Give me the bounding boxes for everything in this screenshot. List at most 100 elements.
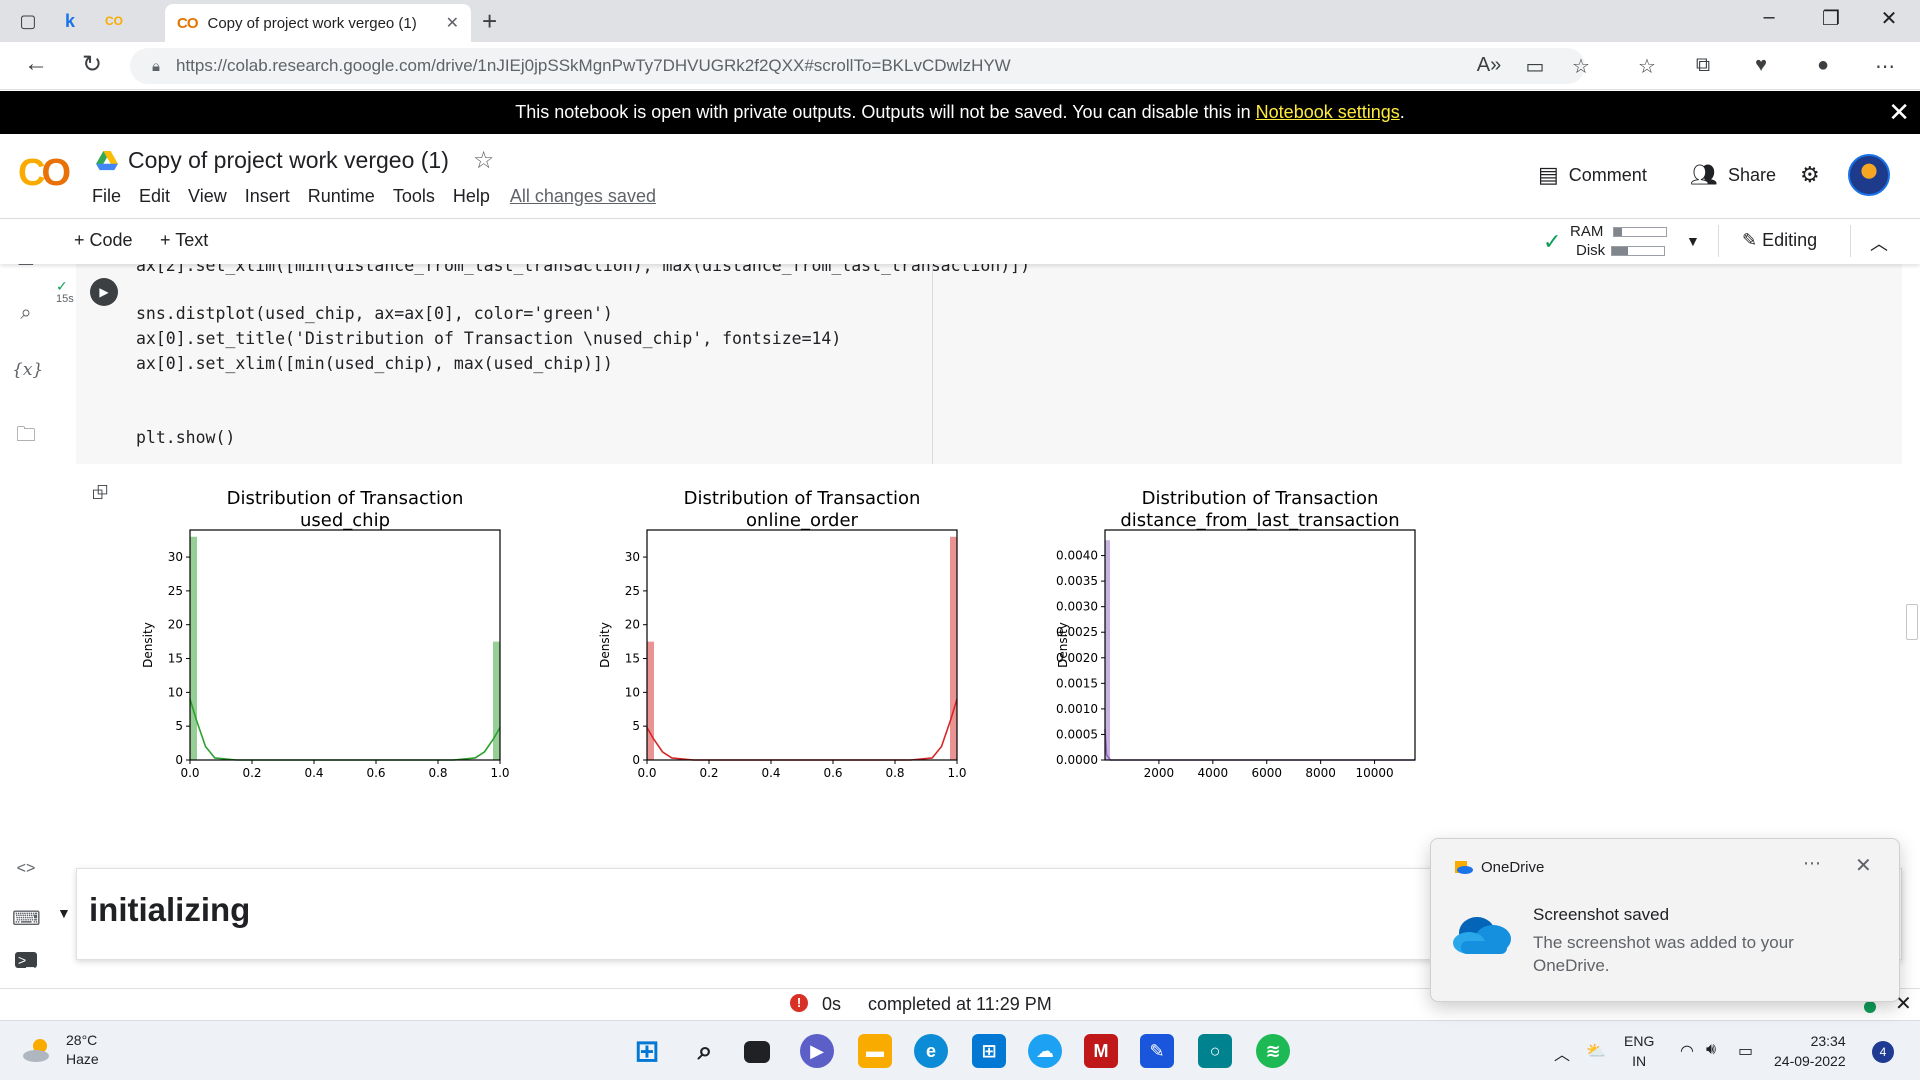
- chart-0-bar-1: [493, 641, 500, 760]
- variables-icon[interactable]: {x}: [12, 360, 43, 380]
- star-icon[interactable]: ☆: [473, 146, 495, 175]
- start-menu-icon[interactable]: ⊞: [630, 1034, 664, 1068]
- editing-mode-button[interactable]: ✎ Editing: [1742, 230, 1817, 251]
- chart-2-frame: [1104, 529, 1416, 761]
- onedrive-notification[interactable]: OneDrive ⋯ ✕ Screenshot saved The screen…: [1430, 838, 1900, 1002]
- code-snippets-icon[interactable]: <>: [12, 860, 40, 878]
- tray-network-icon[interactable]: ⛅: [1586, 1041, 1606, 1061]
- run-cell-button[interactable]: ▶: [90, 278, 118, 306]
- doc-title[interactable]: Copy of project work vergeo (1): [128, 147, 449, 174]
- search-icon[interactable]: ⌕: [12, 302, 40, 325]
- completed-status[interactable]: completed at 11:29 PM: [868, 994, 1052, 1015]
- chart-2-ytick-label-7: 0.0035: [1056, 574, 1098, 588]
- code-line-4: ax[0].set_xlim([min(used_chip), max(used…: [136, 354, 613, 373]
- scrollbar-thumb[interactable]: [1906, 604, 1918, 640]
- store-icon[interactable]: ⊞: [972, 1034, 1006, 1068]
- browser-essentials-icon[interactable]: ♥: [1746, 54, 1776, 77]
- menu-tools[interactable]: Tools: [393, 186, 435, 207]
- chat-icon[interactable]: ▶: [800, 1034, 834, 1068]
- url-text: https://colab.research.google.com/drive/…: [175, 56, 1011, 75]
- add-text-button[interactable]: + Text: [160, 230, 208, 251]
- exec-time: 15s: [56, 293, 74, 305]
- onedrive-small-icon: [1455, 861, 1473, 874]
- wifi-icon[interactable]: ◠: [1680, 1041, 1694, 1061]
- language-indicator[interactable]: ENG IN: [1624, 1031, 1654, 1071]
- restore-icon[interactable]: ❐: [1808, 6, 1854, 31]
- back-icon[interactable]: ←: [20, 50, 52, 78]
- menu-file[interactable]: File: [92, 186, 121, 207]
- share-button[interactable]: 👥︎ Share: [1690, 162, 1776, 188]
- chart-2-title-line-1: distance_from_last_transaction: [1120, 510, 1399, 531]
- comment-button[interactable]: ▤ Comment: [1538, 162, 1647, 188]
- chart-0-xtick-label-5: 1.0: [490, 766, 509, 780]
- more-menu-icon[interactable]: ⋯: [1870, 54, 1900, 79]
- menu-help[interactable]: Help: [453, 186, 490, 207]
- add-favorite-icon[interactable]: ☆: [1566, 54, 1596, 79]
- files-folder-icon[interactable]: 🗀︎: [12, 420, 40, 454]
- new-tab-button[interactable]: +: [482, 6, 497, 37]
- runtime-dropdown-icon[interactable]: ▼: [1686, 233, 1700, 249]
- chart-1-ytick-label-5: 25: [625, 584, 640, 598]
- battery-icon[interactable]: ▭: [1738, 1041, 1753, 1061]
- pinned-tab-k[interactable]: k: [56, 8, 84, 34]
- chart-0-ytick-label-6: 30: [168, 550, 183, 564]
- mcafee-icon[interactable]: M: [1084, 1034, 1118, 1068]
- banner-close-icon[interactable]: ✕: [1888, 97, 1910, 128]
- collapse-section-icon[interactable]: ▼: [57, 905, 71, 921]
- chart-2-ytick-label-2: 0.0010: [1056, 702, 1098, 716]
- tab-close-icon[interactable]: ✕: [446, 13, 459, 33]
- edge-icon[interactable]: e: [914, 1034, 948, 1068]
- minimize-icon[interactable]: –: [1746, 6, 1792, 29]
- ram-meter-fill: [1614, 228, 1623, 237]
- notebook-settings-link[interactable]: Notebook settings: [1256, 102, 1400, 123]
- tab-title: Copy of project work vergeo (1): [207, 14, 417, 32]
- immersive-reader-icon[interactable]: ▭: [1520, 54, 1550, 79]
- output-action-icon[interactable]: ⮺: [92, 478, 108, 512]
- chat-app-icon[interactable]: ✎: [1140, 1034, 1174, 1068]
- lock-icon: 🔒︎: [152, 57, 160, 75]
- alexa-icon[interactable]: ○: [1198, 1034, 1232, 1068]
- tray-expand-icon[interactable]: ︿: [1554, 1041, 1570, 1065]
- menu-view[interactable]: View: [188, 186, 227, 207]
- task-view-icon[interactable]: [744, 1041, 770, 1063]
- menu-insert[interactable]: Insert: [245, 186, 290, 207]
- close-window-icon[interactable]: ✕: [1866, 6, 1912, 31]
- terminal-icon[interactable]: >_: [15, 952, 37, 968]
- pinned-tab-colab[interactable]: CO: [100, 8, 128, 34]
- code-cell[interactable]: ✓ 15s ▶ ax[2].set_xlim([min(distance_fro…: [56, 264, 1902, 464]
- chart-1-ytick-label-3: 15: [625, 652, 640, 666]
- spotify-icon[interactable]: ≋: [1256, 1034, 1290, 1068]
- weather-widget[interactable]: 28°C Haze: [22, 1031, 99, 1069]
- onedrive-cloud-icon: [1453, 917, 1511, 954]
- clock[interactable]: 23:34 24-09-2022: [1774, 1031, 1846, 1071]
- tab-actions-icon[interactable]: ▢: [14, 8, 42, 34]
- tab-active[interactable]: CO Copy of project work vergeo (1) ✕: [165, 4, 471, 42]
- collapse-header-icon[interactable]: ︿: [1870, 230, 1888, 256]
- collections-icon[interactable]: ⧉: [1688, 54, 1718, 77]
- disk-meter: [1611, 246, 1666, 257]
- avatar[interactable]: [1848, 154, 1890, 196]
- weather-app-icon[interactable]: ☁: [1028, 1034, 1062, 1068]
- menu-runtime[interactable]: Runtime: [308, 186, 375, 207]
- read-aloud-icon[interactable]: A»: [1474, 54, 1504, 77]
- add-code-button[interactable]: + Code: [74, 230, 133, 251]
- chart-0-ytick-label-1: 5: [175, 719, 183, 733]
- saved-status[interactable]: All changes saved: [510, 186, 656, 207]
- profile-icon[interactable]: ●: [1808, 54, 1838, 77]
- volume-icon[interactable]: 🔊︎: [1706, 1041, 1716, 1059]
- colab-logo[interactable]: CO: [18, 152, 71, 195]
- search-taskbar-icon[interactable]: ⌕: [688, 1034, 722, 1068]
- toast-more-icon[interactable]: ⋯: [1803, 853, 1821, 874]
- menu-edit[interactable]: Edit: [139, 186, 170, 207]
- notification-count-badge[interactable]: 4: [1872, 1041, 1894, 1063]
- chart-2-ytick-label-0: 0.0000: [1056, 753, 1098, 767]
- command-palette-icon[interactable]: ⌨: [12, 906, 41, 931]
- favorites-icon[interactable]: ☆: [1632, 54, 1662, 79]
- file-explorer-icon[interactable]: ▬: [858, 1034, 892, 1068]
- toast-close-icon[interactable]: ✕: [1855, 853, 1872, 878]
- refresh-icon[interactable]: ↻: [76, 50, 108, 79]
- url-field[interactable]: 🔒︎ https://colab.research.google.com/dri…: [130, 48, 1585, 84]
- settings-button[interactable]: ⚙: [1800, 162, 1830, 188]
- colab-header: CO Copy of project work vergeo (1) ☆ Fil…: [0, 134, 1920, 218]
- resource-monitor[interactable]: RAM Disk: [1540, 222, 1668, 260]
